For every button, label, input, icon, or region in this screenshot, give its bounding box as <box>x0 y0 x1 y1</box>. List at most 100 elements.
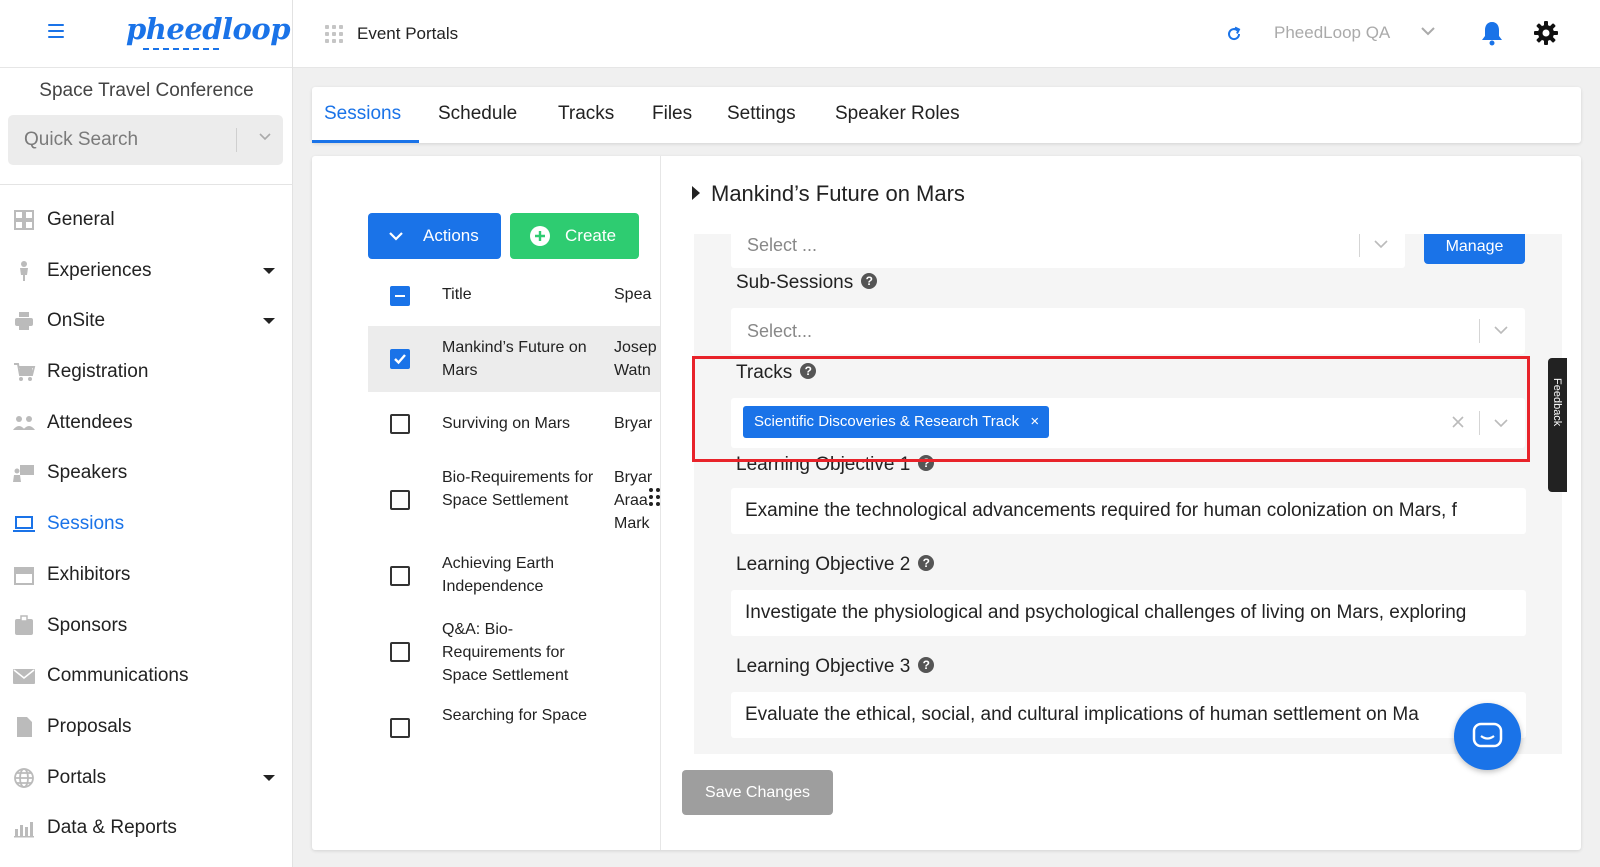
bar-chart-icon <box>12 817 36 839</box>
org-select[interactable]: PheedLoop QA <box>1274 23 1390 43</box>
learning-objective-2-input[interactable]: Investigate the physiological and psycho… <box>731 590 1526 636</box>
help-icon[interactable]: ? <box>861 272 878 289</box>
chevron-down-icon <box>389 232 403 241</box>
logo-underline <box>143 48 219 50</box>
sidebar-item-portals[interactable]: Portals <box>0 754 293 805</box>
sidebar-item-attendees[interactable]: Attendees <box>0 399 293 450</box>
sidebar-item-general[interactable]: General <box>0 196 293 247</box>
sidebar-item-speakers[interactable]: Speakers <box>0 449 293 500</box>
table-row[interactable]: Q&A: Bio-Requirements for Space Settleme… <box>368 608 660 696</box>
row-checkbox[interactable] <box>390 718 410 738</box>
chevron-down-icon[interactable] <box>1420 23 1436 39</box>
row-checkbox[interactable] <box>390 642 410 662</box>
caret-down-icon[interactable] <box>263 774 275 781</box>
collapse-triangle-icon[interactable] <box>692 186 700 200</box>
sidebar-item-exhibitors[interactable]: Exhibitors <box>0 551 293 602</box>
remove-track-icon[interactable]: × <box>1030 406 1039 438</box>
row-checkbox[interactable] <box>390 414 410 434</box>
save-changes-button[interactable]: Save Changes <box>682 770 833 815</box>
manage-button[interactable]: Manage <box>1424 234 1525 264</box>
tab-tracks[interactable]: Tracks <box>558 103 614 125</box>
table-row[interactable]: Searching for Space <box>368 696 660 760</box>
sidebar-item-registration[interactable]: Registration <box>0 348 293 399</box>
refresh-icon[interactable] <box>1224 24 1244 44</box>
session-title: Mankind’s Future on Mars <box>711 181 965 206</box>
event-name: Space Travel Conference <box>39 80 254 101</box>
chevron-down-icon[interactable] <box>1494 418 1508 428</box>
help-icon[interactable]: ? <box>800 362 817 379</box>
clear-icon[interactable] <box>1452 416 1464 428</box>
tracks-label: Tracks? <box>736 362 817 384</box>
table-row[interactable]: Achieving Earth Independence <box>368 544 660 608</box>
apps-grid-icon[interactable] <box>325 25 343 43</box>
logo-bar: pheedloop <box>0 0 292 68</box>
printer-icon <box>12 310 36 332</box>
globe-icon <box>12 767 36 789</box>
feedback-side-tab[interactable]: Feedback <box>1548 358 1567 492</box>
tab-sessions[interactable]: Sessions <box>324 103 401 125</box>
chat-bubble-icon[interactable] <box>1454 703 1521 770</box>
sub-sessions-select[interactable]: Select... <box>731 308 1525 354</box>
select-all-checkbox[interactable] <box>390 286 410 306</box>
sidebar-item-label: General <box>47 209 115 230</box>
row-speakers: Bryar Araa: Mark <box>614 469 653 532</box>
sidebar-item-label: Attendees <box>47 411 133 433</box>
tab-speaker-roles[interactable]: Speaker Roles <box>835 103 960 125</box>
actions-button[interactable]: Actions <box>368 213 501 259</box>
row-title: Achieving Earth Independence <box>442 555 555 595</box>
track-chip-label: Scientific Discoveries & Research Track <box>754 413 1020 430</box>
sidebar-item-experiences[interactable]: Experiences <box>0 247 293 298</box>
row-speakers: Josep Watn <box>614 339 657 379</box>
lo1-label-text: Learning Objective 1 <box>736 454 911 475</box>
row-checkbox[interactable] <box>390 349 410 369</box>
row-checkbox[interactable] <box>390 490 410 510</box>
pheedloop-logo[interactable]: pheedloop <box>126 12 291 46</box>
help-icon[interactable]: ? <box>918 656 935 673</box>
caret-down-icon[interactable] <box>263 267 275 274</box>
row-title: Searching for Space <box>442 707 587 724</box>
sidebar-item-label: Portals <box>47 766 107 788</box>
hamburger-menu-icon[interactable] <box>48 24 64 38</box>
person-icon <box>12 260 36 282</box>
lo3-value: Evaluate the ethical, social, and cultur… <box>745 704 1419 725</box>
learning-objective-3-input[interactable]: Evaluate the ethical, social, and cultur… <box>731 692 1526 738</box>
table-row[interactable]: Bio-Requirements for Space Settlement Bry… <box>368 456 660 544</box>
column-title[interactable]: Title <box>442 286 472 304</box>
chevron-down-icon[interactable] <box>1374 239 1388 249</box>
tab-settings[interactable]: Settings <box>727 103 796 125</box>
row-checkbox[interactable] <box>390 566 410 586</box>
tab-files[interactable]: Files <box>652 103 692 125</box>
sidebar-item-sponsors[interactable]: Sponsors <box>0 602 293 653</box>
table-row[interactable]: Mankind’s Future on Mars Josep Watn <box>368 326 660 392</box>
column-speakers[interactable]: Spea <box>614 286 651 304</box>
sub-sessions-label-text: Sub-Sessions <box>736 272 854 293</box>
tracks-multiselect[interactable]: Scientific Discoveries & Research Track … <box>731 398 1525 448</box>
event-portals-link[interactable]: Event Portals <box>357 24 458 44</box>
chevron-down-icon[interactable] <box>1494 325 1508 335</box>
help-icon[interactable]: ? <box>918 454 935 471</box>
table-row[interactable]: Surviving on Mars Bryar <box>368 392 660 456</box>
caret-down-icon[interactable] <box>263 318 275 325</box>
tab-schedule[interactable]: Schedule <box>438 103 517 125</box>
create-button[interactable]: Create <box>510 213 639 259</box>
row-title: Surviving on Mars <box>442 415 571 432</box>
sidebar-item-communications[interactable]: Communications <box>0 652 293 703</box>
help-icon[interactable]: ? <box>918 554 935 571</box>
sidebar-item-onsite[interactable]: OnSite <box>0 297 293 348</box>
quick-search-input[interactable]: Quick Search <box>8 115 283 165</box>
gear-icon[interactable] <box>1533 20 1559 46</box>
sidebar-item-label: Experiences <box>47 259 152 281</box>
sidebar-item-proposals[interactable]: Proposals <box>0 703 293 754</box>
learning-objective-1-input[interactable]: Examine the technological advancements r… <box>731 488 1526 534</box>
learning-objective-3-label: Learning Objective 3? <box>736 656 935 678</box>
chat-icon <box>1472 722 1503 748</box>
sidebar-divider <box>0 184 293 185</box>
people-icon <box>12 412 36 434</box>
top-select[interactable]: Select ... <box>731 234 1405 268</box>
content-card: Actions Create Title Spea Mankind’s Futu… <box>312 156 1581 850</box>
sidebar-item-data-reports[interactable]: Data & Reports <box>0 804 293 855</box>
lo2-value: Investigate the physiological and psycho… <box>745 602 1467 623</box>
chevron-down-icon[interactable] <box>258 129 272 143</box>
bell-icon[interactable] <box>1480 20 1504 46</box>
sidebar-item-sessions[interactable]: Sessions <box>0 500 293 551</box>
